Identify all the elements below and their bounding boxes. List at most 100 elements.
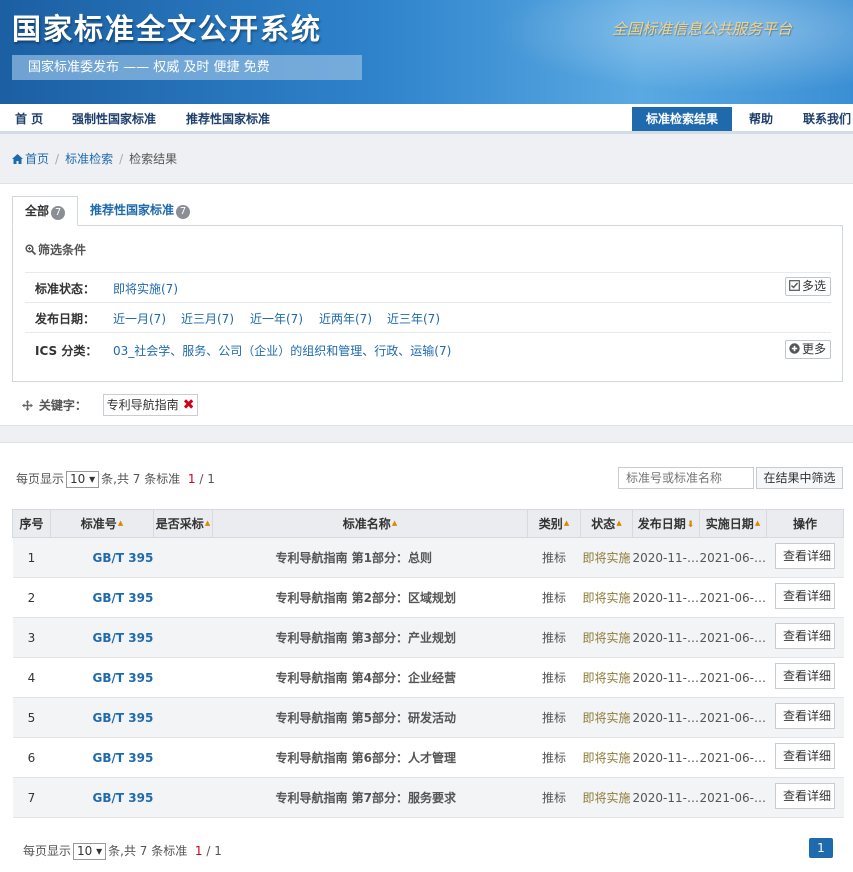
results-table: 序号 标准号▲ 是否采标▲ 标准名称▲ 类别▲ 状态▲ 发布日期⬇ 实施日期▲ … [12,509,844,818]
cell-code[interactable]: GB/T 39551.1-2020 [50,537,154,578]
breadcrumb-current: 检索结果 [129,152,178,166]
cell-code[interactable]: GB/T 39551.4-2020 [50,657,154,698]
view-detail-button[interactable]: 查看详细 [775,583,835,609]
table-row: 4GB/T 39551.4-2020 专利导航指南 第4部分：企业经营推标即将实施… [12,657,844,698]
nav-mandatory[interactable]: 强制性国家标准 [72,104,156,134]
cell-action: 查看详细 [766,777,844,818]
cell-impl-date: 2021-06-01 [699,657,767,698]
header-release-date[interactable]: 发布日期⬇ [632,509,700,538]
plus-circle-icon [789,343,800,354]
breadcrumb-separator: / [55,152,60,166]
breadcrumb-home[interactable]: 首页 [25,152,49,166]
view-detail-button[interactable]: 查看详细 [775,783,835,809]
filter-option-ics[interactable]: 03_社会学、服务、公司（企业）的组织和管理、行政、运输(7) [113,342,451,359]
cell-code[interactable]: GB/T 39551.6-2020 [50,737,154,778]
sort-icon: ▲ [754,519,761,527]
remove-keyword-icon[interactable]: ✖ [183,397,195,413]
view-detail-button[interactable]: 查看详细 [775,703,835,729]
nav-search-results[interactable]: 标准检索结果 [632,107,733,131]
cell-impl-date: 2021-06-01 [699,617,767,658]
cell-release-date: 2020-11-09 [632,657,700,698]
view-detail-button[interactable]: 查看详细 [775,623,835,649]
cell-code[interactable]: GB/T 39551.2-2020 [50,577,154,618]
page-size-select[interactable]: 10 ▾ [66,471,100,488]
site-subtitle: 国家标准委发布 —— 权威 及时 便捷 免费 [12,55,362,80]
table-header-row: 序号 标准号▲ 是否采标▲ 标准名称▲ 类别▲ 状态▲ 发布日期⬇ 实施日期▲ … [12,509,844,538]
header-category[interactable]: 类别▲ [527,509,581,538]
view-detail-button[interactable]: 查看详细 [775,543,835,569]
result-filter-input[interactable] [618,467,754,489]
cell-status: 即将实施 [580,777,633,818]
header-name[interactable]: 标准名称▲ [212,509,528,538]
nav-help[interactable]: 帮助 [749,104,773,134]
cell-action: 查看详细 [766,617,844,658]
cell-no: 3 [12,617,51,658]
pager-top: 每页显示 10 ▾ 条,共 7 条标准 1 / 1 [16,470,215,488]
zoom-search-icon [25,244,36,255]
filter-panel: 全部 7 推荐性国家标准 7 筛选条件 标准状态： 即将实施(7) 多选 发布日期： … [0,183,853,426]
current-page: 1 [187,472,196,486]
keyword-row: 关键字： 专利导航指南 ✖ [22,394,199,416]
filter-heading: 筛选条件 [25,241,86,258]
page-size-select[interactable]: 10 ▾ [73,843,107,860]
nav-home[interactable]: 首 页 [15,104,43,134]
sort-icon: ▲ [391,519,398,527]
cell-adopted [153,657,213,698]
tab-label: 全部 [25,204,50,218]
filter-label-release: 发布日期： [35,312,96,326]
cell-release-date: 2020-11-09 [632,577,700,618]
more-button[interactable]: 更多 [784,340,831,359]
keyword-label: 关键字： [38,398,87,413]
category-tabs: 全部 7 推荐性国家标准 7 [12,196,202,226]
breadcrumb-search[interactable]: 标准检索 [65,152,113,166]
cell-name: 专利导航指南 第1部分：总则 [212,537,528,578]
home-icon [12,154,23,164]
cell-adopted [153,777,213,818]
cell-action: 查看详细 [766,577,844,618]
tab-all[interactable]: 全部 7 [12,196,79,226]
cell-code[interactable]: GB/T 39551.3-2020 [50,617,154,658]
cell-status: 即将实施 [580,657,633,698]
banner-glow [453,0,853,104]
cell-no: 5 [12,697,51,738]
cell-action: 查看详细 [766,737,844,778]
filter-option-release[interactable]: 近两年(7) [319,310,372,327]
platform-slogan: 全国标准信息公共服务平台 [612,20,793,38]
multi-select-button[interactable]: 多选 [784,277,831,296]
page-1-button[interactable]: 1 [809,838,833,858]
filter-option-release[interactable]: 近一年(7) [250,310,303,327]
cell-name: 专利导航指南 第6部分：人才管理 [212,737,528,778]
cell-code[interactable]: GB/T 39551.5-2020 [50,697,154,738]
cell-category: 推标 [527,737,581,778]
filter-in-results-button[interactable]: 在结果中筛选 [756,467,843,489]
header-code[interactable]: 标准号▲ [50,509,154,538]
cell-status: 即将实施 [580,697,633,738]
header-adopted[interactable]: 是否采标▲ [153,509,213,538]
cell-adopted [153,617,213,658]
pager-prefix: 每页显示 [23,844,72,858]
filter-label-status: 标准状态： [35,282,96,296]
filter-option-status[interactable]: 即将实施(7) [113,280,178,297]
filter-option-release[interactable]: 近三年(7) [387,310,440,327]
filter-row-release: 发布日期： 近一月(7) 近三月(7) 近一年(7) 近两年(7) 近三年(7) [25,302,831,332]
header-impl-date[interactable]: 实施日期▲ [699,509,767,538]
view-detail-button[interactable]: 查看详细 [775,743,835,769]
cell-category: 推标 [527,617,581,658]
cell-action: 查看详细 [766,537,844,578]
breadcrumb-separator: / [119,152,124,166]
view-detail-button[interactable]: 查看详细 [775,663,835,689]
cell-name: 专利导航指南 第3部分：产业规划 [212,617,528,658]
cell-code[interactable]: GB/T 39551.7-2020 [50,777,154,818]
total-pages: / 1 [199,472,215,486]
cell-category: 推标 [527,697,581,738]
cell-adopted [153,577,213,618]
sort-icon: ▲ [204,519,211,527]
header-status[interactable]: 状态▲ [580,509,633,538]
filter-option-release[interactable]: 近三月(7) [181,310,234,327]
nav-recommended[interactable]: 推荐性国家标准 [186,104,270,134]
nav-contact[interactable]: 联系我们 [803,104,851,134]
tab-recommended[interactable]: 推荐性国家标准 7 [78,196,202,226]
filter-row-ics: ICS 分类： 03_社会学、服务、公司（企业）的组织和管理、行政、运输(7) … [25,332,831,366]
site-title: 国家标准全文公开系统 [12,12,323,46]
filter-option-release[interactable]: 近一月(7) [113,310,166,327]
